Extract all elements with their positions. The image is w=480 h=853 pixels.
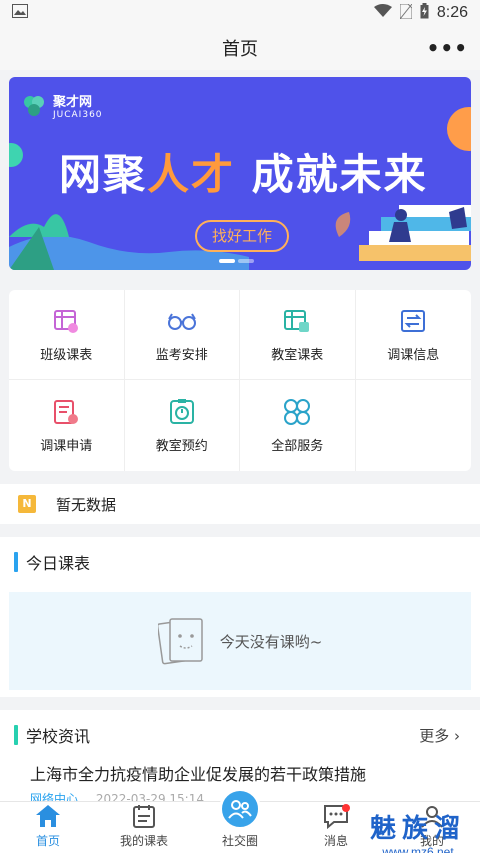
section-header: 今日课表 bbox=[0, 537, 480, 587]
watermark-text: 魅族溜 bbox=[369, 814, 466, 844]
grid-item-label: 监考安排 bbox=[155, 348, 208, 363]
image-icon bbox=[12, 4, 28, 22]
slogan-part-2: 人才 bbox=[147, 150, 236, 199]
watermark-url: www.mz6.net bbox=[382, 845, 454, 853]
service-grid: 班级课表 监考安排 教室课表 调课信息 调课申请 教室预约 全部服务 bbox=[9, 290, 471, 471]
slogan-part-1: 网聚 bbox=[59, 150, 148, 199]
more-link[interactable]: 更多 › bbox=[419, 725, 460, 746]
grid-item-classroom-schedule[interactable]: 教室课表 bbox=[240, 290, 356, 380]
no-sim-icon bbox=[399, 3, 413, 23]
banner-carousel[interactable]: 聚才网 JUCAI360 网聚人才 成就未来 找好工作 bbox=[9, 77, 471, 270]
all-services-icon bbox=[284, 399, 311, 425]
notice-text: 暂无数据 bbox=[56, 495, 117, 514]
grid-item-label: 调课信息 bbox=[387, 348, 440, 363]
header: 首页 ••• bbox=[0, 26, 480, 70]
tab-label: 消息 bbox=[323, 834, 348, 848]
clock: 8:26 bbox=[436, 4, 468, 21]
grid-item-class-schedule[interactable]: 班级课表 bbox=[9, 290, 125, 380]
banner-slogan: 网聚人才 成就未来 bbox=[59, 141, 428, 202]
find-job-button[interactable]: 找好工作 bbox=[195, 220, 289, 252]
news-item-title[interactable]: 上海市全力抗疫情助企业促发展的若干政策措施 bbox=[30, 761, 366, 785]
grid-item-classroom-reservation[interactable]: 教室预约 bbox=[125, 380, 240, 471]
wifi-icon bbox=[373, 4, 392, 22]
unread-badge bbox=[342, 804, 350, 812]
today-schedule-section: 今日课表 今天没有课哟~ bbox=[0, 537, 480, 697]
grid-item-all-services[interactable]: 全部服务 bbox=[240, 380, 356, 471]
people-icon bbox=[228, 800, 252, 819]
tab-my-schedule[interactable]: 我的课表 bbox=[96, 802, 192, 853]
tab-home[interactable]: 首页 bbox=[0, 802, 96, 853]
more-label: 更多 bbox=[419, 727, 450, 745]
grid-item-label: 调课申请 bbox=[40, 439, 93, 454]
calendar-icon bbox=[133, 805, 155, 828]
logo-sub: JUCAI360 bbox=[53, 110, 103, 120]
class-schedule-icon bbox=[54, 310, 79, 333]
empty-text: 今天没有课哟~ bbox=[219, 632, 323, 651]
notice-icon: N bbox=[18, 495, 36, 513]
carousel-dot bbox=[219, 259, 235, 263]
grid-item-label: 教室预约 bbox=[155, 439, 208, 454]
reservation-icon bbox=[169, 399, 194, 424]
section-title: 学校资讯 bbox=[26, 727, 91, 746]
home-icon bbox=[36, 805, 60, 827]
banner-logo: 聚才网 JUCAI360 bbox=[21, 91, 103, 120]
grid-item-swap-info[interactable]: 调课信息 bbox=[355, 290, 471, 380]
page-title: 首页 bbox=[222, 39, 258, 60]
notice-bar[interactable]: N 暂无数据 bbox=[0, 484, 480, 524]
slogan-part-3: 成就未来 bbox=[251, 150, 428, 199]
section-header: 学校资讯 bbox=[0, 710, 480, 760]
section-title: 今日课表 bbox=[26, 554, 91, 573]
empty-schedule-box: 今天没有课哟~ bbox=[9, 592, 471, 690]
carousel-indicator bbox=[219, 259, 254, 263]
grid-item-label: 教室课表 bbox=[271, 348, 324, 363]
battery-icon bbox=[420, 3, 429, 23]
tab-social[interactable]: 社交圈 bbox=[192, 788, 288, 853]
application-icon bbox=[54, 400, 79, 424]
swap-info-icon bbox=[401, 310, 426, 332]
tab-label: 首页 bbox=[35, 834, 60, 848]
grid-item-invigilation[interactable]: 监考安排 bbox=[124, 290, 240, 380]
grid-item-swap-application[interactable]: 调课申请 bbox=[9, 380, 125, 471]
more-options-icon[interactable]: ••• bbox=[427, 36, 468, 60]
chevron-right-icon: › bbox=[454, 727, 460, 745]
logo-name: 聚才网 bbox=[53, 95, 93, 110]
social-circle-button[interactable] bbox=[219, 788, 261, 830]
classroom-schedule-icon bbox=[284, 310, 310, 332]
watermark: 魅族溜 www.mz6.net bbox=[370, 808, 466, 853]
grid-item-label: 班级课表 bbox=[40, 348, 93, 363]
section-accent-bar bbox=[14, 552, 18, 572]
logo-icon bbox=[24, 95, 44, 116]
glasses-icon bbox=[167, 313, 196, 330]
empty-paper-icon bbox=[157, 618, 203, 665]
tab-label: 社交圈 bbox=[221, 834, 258, 848]
grid-item-empty bbox=[356, 380, 472, 471]
status-bar: 8:26 bbox=[0, 0, 480, 26]
grid-item-label: 全部服务 bbox=[271, 439, 324, 454]
section-accent-bar bbox=[14, 725, 18, 745]
carousel-dot bbox=[238, 259, 254, 263]
tab-label: 我的课表 bbox=[119, 834, 168, 848]
